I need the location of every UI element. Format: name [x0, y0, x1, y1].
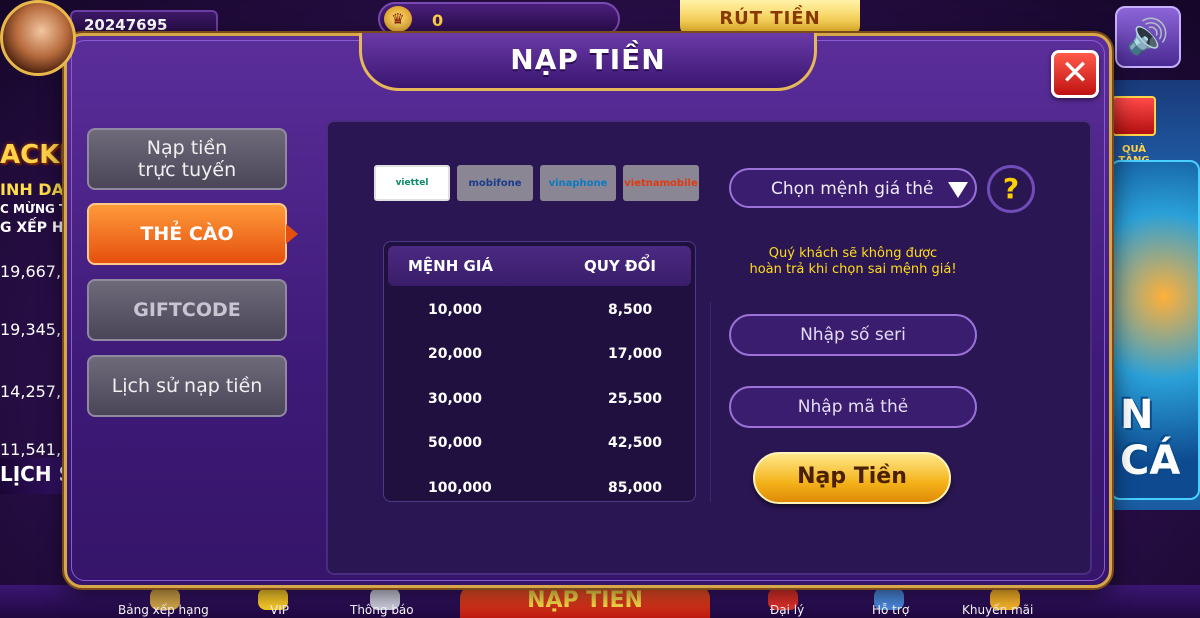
tab-deposit-history[interactable]: Lịch sử nạp tiền	[87, 355, 287, 417]
gift-icon[interactable]	[1112, 96, 1156, 136]
leaderboard-value: 11,541,	[0, 440, 62, 459]
tab-scratch-card[interactable]: THẺ CÀO	[87, 203, 287, 265]
card-code-input[interactable]: Nhập mã thẻ	[729, 386, 977, 428]
scratch-card-panel: viettel mobifone vinaphone vietnamobile …	[326, 120, 1092, 575]
table-row: 20,000 17,000	[384, 346, 695, 366]
nav-vip[interactable]: VIP	[270, 603, 289, 617]
modal-title: NẠP TIỀN	[510, 43, 666, 76]
table-row: 50,000 42,500	[384, 435, 695, 455]
close-icon: ✕	[1060, 53, 1090, 93]
rate-table[interactable]: MỆNH GIÁ QUY ĐỔI 10,000 8,500 20,000 17,…	[383, 241, 696, 502]
row-denomination: 100,000	[428, 480, 492, 496]
tab-online-deposit-label: Nạp tiền trực tuyến	[138, 137, 236, 181]
close-button[interactable]: ✕	[1051, 50, 1099, 98]
leaderboard-line: C MỪNG T	[0, 202, 68, 216]
withdraw-button[interactable]: RÚT TIỀN	[680, 0, 860, 36]
nav-support[interactable]: Hỗ trợ	[872, 603, 909, 617]
row-exchange: 17,000	[608, 346, 663, 362]
carrier-viettel[interactable]: viettel	[374, 165, 450, 201]
carrier-mobifone[interactable]: mobifone	[457, 165, 533, 201]
table-row: 10,000 8,500	[384, 302, 695, 322]
leaderboard-value: 14,257,	[0, 382, 62, 401]
avatar[interactable]	[0, 0, 76, 76]
question-icon: ?	[1002, 172, 1020, 205]
warning-line: Quý khách sẽ không được	[768, 246, 938, 261]
tab-line-2: trực tuyến	[137, 159, 237, 181]
vinaphone-logo-icon: vinaphone	[548, 177, 608, 189]
help-button[interactable]: ?	[987, 165, 1035, 213]
nav-deposit[interactable]: NẠP TIỀN	[460, 586, 710, 618]
row-denomination: 20,000	[428, 346, 483, 362]
row-denomination: 30,000	[428, 391, 483, 407]
row-denomination: 10,000	[428, 302, 483, 318]
modal-title-plate: NẠP TIỀN	[359, 33, 817, 91]
nav-notifications[interactable]: Thông báo	[350, 603, 414, 617]
coin-balance[interactable]: ♛ 0	[378, 2, 620, 36]
row-exchange: 8,500	[608, 302, 653, 318]
tab-online-deposit[interactable]: Nạp tiền trực tuyến	[87, 128, 287, 190]
viettel-logo-icon: viettel	[395, 178, 429, 188]
game-tile-label: N CÁ	[1120, 392, 1181, 484]
row-exchange: 85,000	[608, 480, 663, 496]
row-exchange: 42,500	[608, 435, 663, 451]
table-row: 100,000 85,000	[384, 480, 695, 500]
vietnamobile-logo-icon: vietnamobile	[624, 177, 698, 189]
denomination-warning: Quý khách sẽ không được hoàn trả khi chọ…	[729, 246, 977, 278]
rate-table-header: MỆNH GIÁ QUY ĐỔI	[388, 246, 691, 286]
serial-input[interactable]: Nhập số seri	[729, 314, 977, 356]
carrier-vinaphone[interactable]: vinaphone	[540, 165, 616, 201]
denomination-select-value: Chọn mệnh giá thẻ	[771, 179, 934, 199]
leaderboard-value: 19,667,	[0, 262, 62, 281]
coin-value: 0	[432, 11, 444, 30]
mobifone-logo-icon: mobifone	[468, 177, 522, 189]
row-denomination: 50,000	[428, 435, 483, 451]
header-denomination: MỆNH GIÁ	[408, 257, 494, 275]
leaderboard-line: INH DA	[0, 180, 64, 199]
submit-deposit-button[interactable]: Nạp Tiền	[753, 452, 951, 504]
leaderboard-line: G XẾP H	[0, 220, 64, 236]
nav-promotions[interactable]: Khuyến mãi	[962, 603, 1033, 617]
leaderboard-value: 19,345,	[0, 320, 62, 339]
carrier-vietnamobile[interactable]: vietnamobile	[623, 165, 699, 201]
warning-line: hoàn trả khi chọn sai mệnh giá!	[749, 262, 957, 277]
divider	[710, 302, 711, 502]
crown-icon: ♛	[384, 6, 412, 32]
table-row: 30,000 25,500	[384, 391, 695, 411]
speaker-icon[interactable]: 🔊	[1115, 6, 1181, 68]
nav-leaderboard[interactable]: Bảng xếp hạng	[118, 603, 209, 617]
active-tab-arrow	[286, 224, 298, 244]
deposit-modal: NẠP TIỀN ✕ Nạp tiền trực tuyến THẺ CÀO G…	[64, 33, 1112, 588]
row-exchange: 25,500	[608, 391, 663, 407]
header-exchange: QUY ĐỔI	[584, 257, 656, 275]
tab-giftcode[interactable]: GIFTCODE	[87, 279, 287, 341]
nav-agent[interactable]: Đại lý	[770, 603, 804, 617]
denomination-select[interactable]: Chọn mệnh giá thẻ	[729, 168, 977, 208]
caret-down-icon	[948, 182, 968, 198]
tab-line-1: Nạp tiền	[146, 137, 228, 159]
